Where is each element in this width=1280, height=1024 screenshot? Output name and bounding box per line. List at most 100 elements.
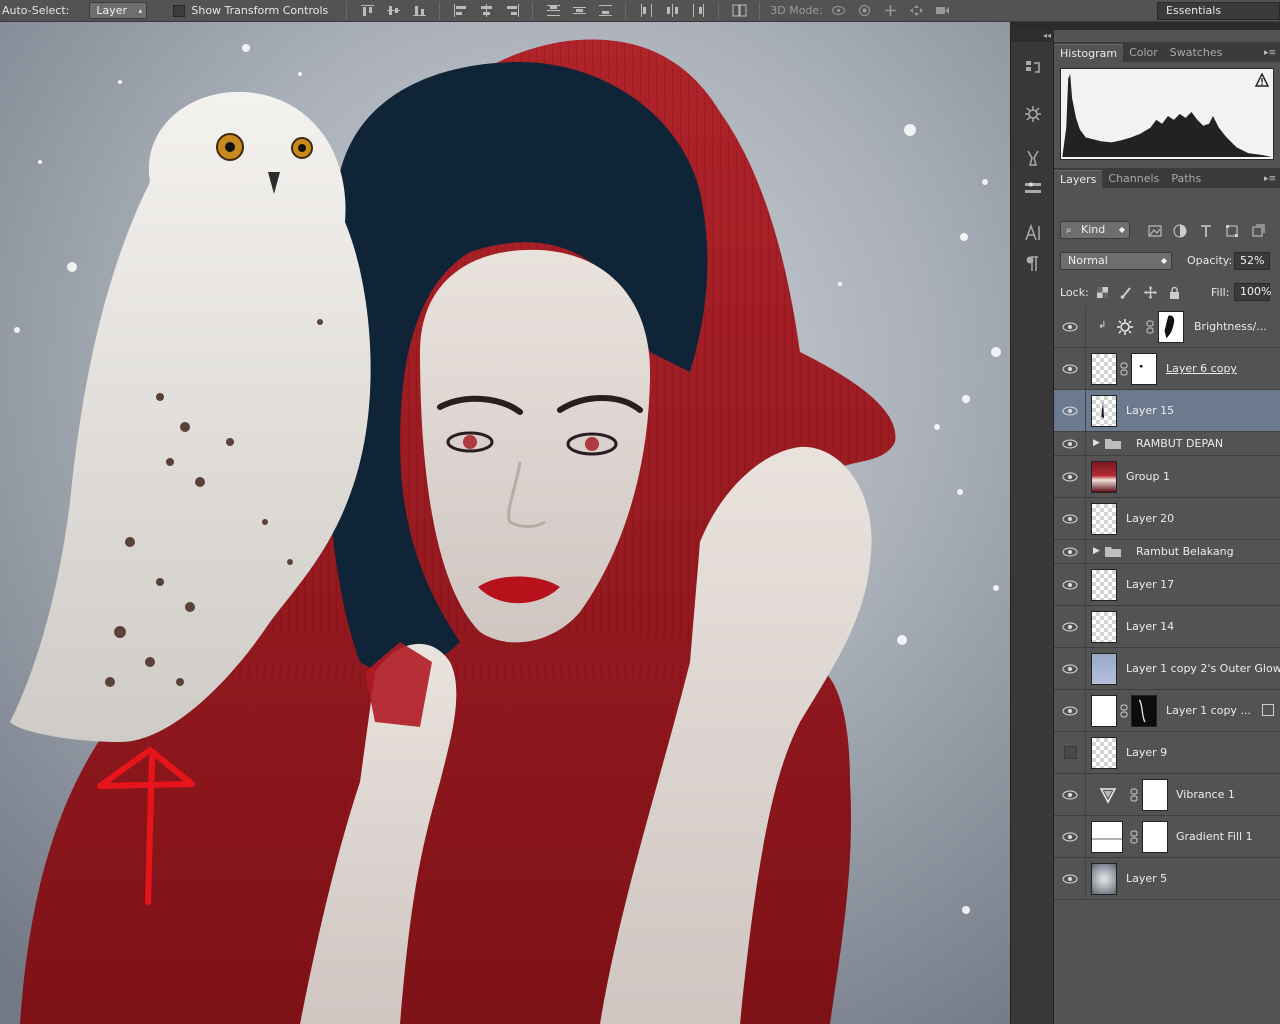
distribute-vcenter-icon[interactable] bbox=[569, 2, 589, 20]
expand-arrow-icon[interactable]: ▶ bbox=[1093, 438, 1100, 448]
collapse-arrows-icon[interactable]: ◂◂ bbox=[1011, 30, 1055, 42]
opacity-field[interactable]: 52% bbox=[1234, 252, 1270, 270]
layer-row[interactable]: Gradient Fill 1 bbox=[1054, 816, 1280, 858]
link-chain-icon[interactable] bbox=[1130, 830, 1138, 844]
brush-presets-icon[interactable] bbox=[1021, 176, 1045, 200]
layer-row[interactable]: Layer 20 bbox=[1054, 498, 1280, 540]
visibility-eye-icon[interactable] bbox=[1062, 789, 1080, 801]
link-chain-icon[interactable] bbox=[1146, 320, 1154, 334]
layer-row[interactable]: Layer 5 bbox=[1054, 858, 1280, 900]
layer-row[interactable]: Layer 14 bbox=[1054, 606, 1280, 648]
history-icon[interactable] bbox=[1021, 56, 1045, 80]
layer-name[interactable]: Layer 9 bbox=[1126, 746, 1167, 759]
visibility-eye-icon[interactable] bbox=[1062, 705, 1080, 717]
layer-name[interactable]: Layer 6 copy bbox=[1166, 362, 1237, 375]
link-chain-icon[interactable] bbox=[1120, 362, 1128, 376]
visibility-eye-icon[interactable] bbox=[1062, 405, 1080, 417]
align-right-icon[interactable] bbox=[502, 2, 522, 20]
panel-menu-icon[interactable]: ▸≡ bbox=[1264, 44, 1280, 62]
visibility-eye-icon[interactable] bbox=[1062, 621, 1080, 633]
layer-row[interactable]: Layer 17 bbox=[1054, 564, 1280, 606]
3d-pan-icon[interactable] bbox=[881, 2, 901, 20]
layer-thumbnail[interactable] bbox=[1091, 611, 1117, 643]
layer-row[interactable]: Layer 1 copy ... bbox=[1054, 690, 1280, 732]
layer-name[interactable]: Rambut Belakang bbox=[1136, 545, 1234, 558]
layer-thumbnail[interactable] bbox=[1091, 863, 1117, 895]
layers-menu-icon[interactable]: ▸≡ bbox=[1264, 170, 1280, 188]
distribute-top-icon[interactable] bbox=[543, 2, 563, 20]
layer-row[interactable]: Layer 9 bbox=[1054, 732, 1280, 774]
filter-type-icon[interactable] bbox=[1198, 223, 1214, 239]
lock-position-icon[interactable] bbox=[1142, 284, 1158, 300]
align-top-icon[interactable] bbox=[357, 2, 377, 20]
align-vcenter-icon[interactable] bbox=[383, 2, 403, 20]
distribute-right-icon[interactable] bbox=[688, 2, 708, 20]
align-left-icon[interactable] bbox=[450, 2, 470, 20]
visibility-eye-icon[interactable] bbox=[1062, 663, 1080, 675]
layer-name[interactable]: Brightness/... bbox=[1194, 320, 1267, 333]
layer-mask-thumbnail[interactable] bbox=[1142, 779, 1168, 811]
layer-thumbnail[interactable] bbox=[1091, 737, 1117, 769]
layer-row[interactable]: Layer 6 copy bbox=[1054, 348, 1280, 390]
layer-name[interactable]: Gradient Fill 1 bbox=[1176, 830, 1253, 843]
filter-pixel-icon[interactable] bbox=[1147, 223, 1163, 239]
properties-icon[interactable] bbox=[1021, 102, 1045, 126]
distribute-left-icon[interactable] bbox=[636, 2, 656, 20]
layer-row[interactable]: Group 1 bbox=[1054, 456, 1280, 498]
link-chain-icon[interactable] bbox=[1120, 704, 1128, 718]
tab-layers[interactable]: Layers bbox=[1054, 170, 1103, 188]
auto-select-dropdown[interactable]: Layer ▴ bbox=[89, 2, 148, 19]
layer-row[interactable]: ↲ Brightness/... bbox=[1054, 306, 1280, 348]
group-row[interactable]: ▶ Rambut Belakang bbox=[1054, 540, 1280, 564]
visibility-eye-icon[interactable] bbox=[1062, 513, 1080, 525]
layer-row[interactable]: Layer 1 copy 2's Outer Glow bbox=[1054, 648, 1280, 690]
align-bottom-icon[interactable] bbox=[409, 2, 429, 20]
show-transform-checkbox[interactable] bbox=[173, 4, 186, 17]
visibility-eye-icon[interactable] bbox=[1062, 438, 1080, 450]
layer-mask-thumbnail[interactable] bbox=[1131, 353, 1157, 385]
layer-mask-thumbnail[interactable] bbox=[1131, 695, 1157, 727]
3d-scale-icon[interactable] bbox=[933, 2, 953, 20]
layer-thumbnail[interactable] bbox=[1091, 653, 1117, 685]
visibility-eye-icon[interactable] bbox=[1062, 546, 1080, 558]
align-hcenter-icon[interactable] bbox=[476, 2, 496, 20]
lock-all-icon[interactable] bbox=[1166, 284, 1182, 300]
visibility-eye-icon[interactable] bbox=[1062, 363, 1080, 375]
layer-mask-thumbnail[interactable] bbox=[1142, 821, 1168, 853]
filter-adjustment-icon[interactable] bbox=[1172, 223, 1188, 239]
filter-shape-icon[interactable] bbox=[1224, 223, 1240, 239]
layer-thumbnail[interactable] bbox=[1091, 395, 1117, 427]
tab-paths[interactable]: Paths bbox=[1165, 170, 1207, 188]
layer-name[interactable]: Group 1 bbox=[1126, 470, 1170, 483]
paragraph-icon[interactable] bbox=[1021, 252, 1045, 276]
group-row[interactable]: ▶ RAMBUT DEPAN bbox=[1054, 432, 1280, 456]
lock-transparent-icon[interactable] bbox=[1094, 284, 1110, 300]
layer-thumbnail[interactable] bbox=[1091, 695, 1117, 727]
visibility-eye-icon[interactable] bbox=[1062, 579, 1080, 591]
layer-name[interactable]: Layer 14 bbox=[1126, 620, 1174, 633]
visibility-eye-icon[interactable] bbox=[1062, 831, 1080, 843]
warning-icon[interactable] bbox=[1255, 73, 1269, 87]
visibility-eye-icon[interactable] bbox=[1062, 471, 1080, 483]
filter-smart-object-icon[interactable] bbox=[1250, 223, 1266, 239]
layer-thumbnail[interactable] bbox=[1091, 503, 1117, 535]
visibility-eye-icon[interactable] bbox=[1062, 873, 1080, 885]
expand-arrow-icon[interactable]: ▶ bbox=[1093, 546, 1100, 556]
layer-row[interactable]: Vibrance 1 bbox=[1054, 774, 1280, 816]
tab-histogram[interactable]: Histogram bbox=[1054, 44, 1124, 62]
3d-roll-icon[interactable] bbox=[855, 2, 875, 20]
layer-name[interactable]: Layer 20 bbox=[1126, 512, 1174, 525]
layer-mask-thumbnail[interactable] bbox=[1158, 311, 1184, 343]
layer-thumbnail[interactable] bbox=[1091, 569, 1117, 601]
layer-row-selected[interactable]: Layer 15 bbox=[1054, 390, 1280, 432]
tab-color[interactable]: Color bbox=[1123, 44, 1164, 62]
3d-slide-icon[interactable] bbox=[907, 2, 927, 20]
tool-presets-icon[interactable] bbox=[1021, 146, 1045, 170]
layer-name[interactable]: Layer 15 bbox=[1126, 404, 1174, 417]
gradient-fill-thumbnail[interactable] bbox=[1091, 821, 1123, 853]
link-chain-icon[interactable] bbox=[1130, 788, 1138, 802]
layer-name[interactable]: RAMBUT DEPAN bbox=[1136, 437, 1223, 450]
layer-thumbnail[interactable] bbox=[1091, 353, 1117, 385]
fill-field[interactable]: 100% bbox=[1234, 283, 1271, 301]
auto-align-icon[interactable] bbox=[729, 2, 749, 20]
